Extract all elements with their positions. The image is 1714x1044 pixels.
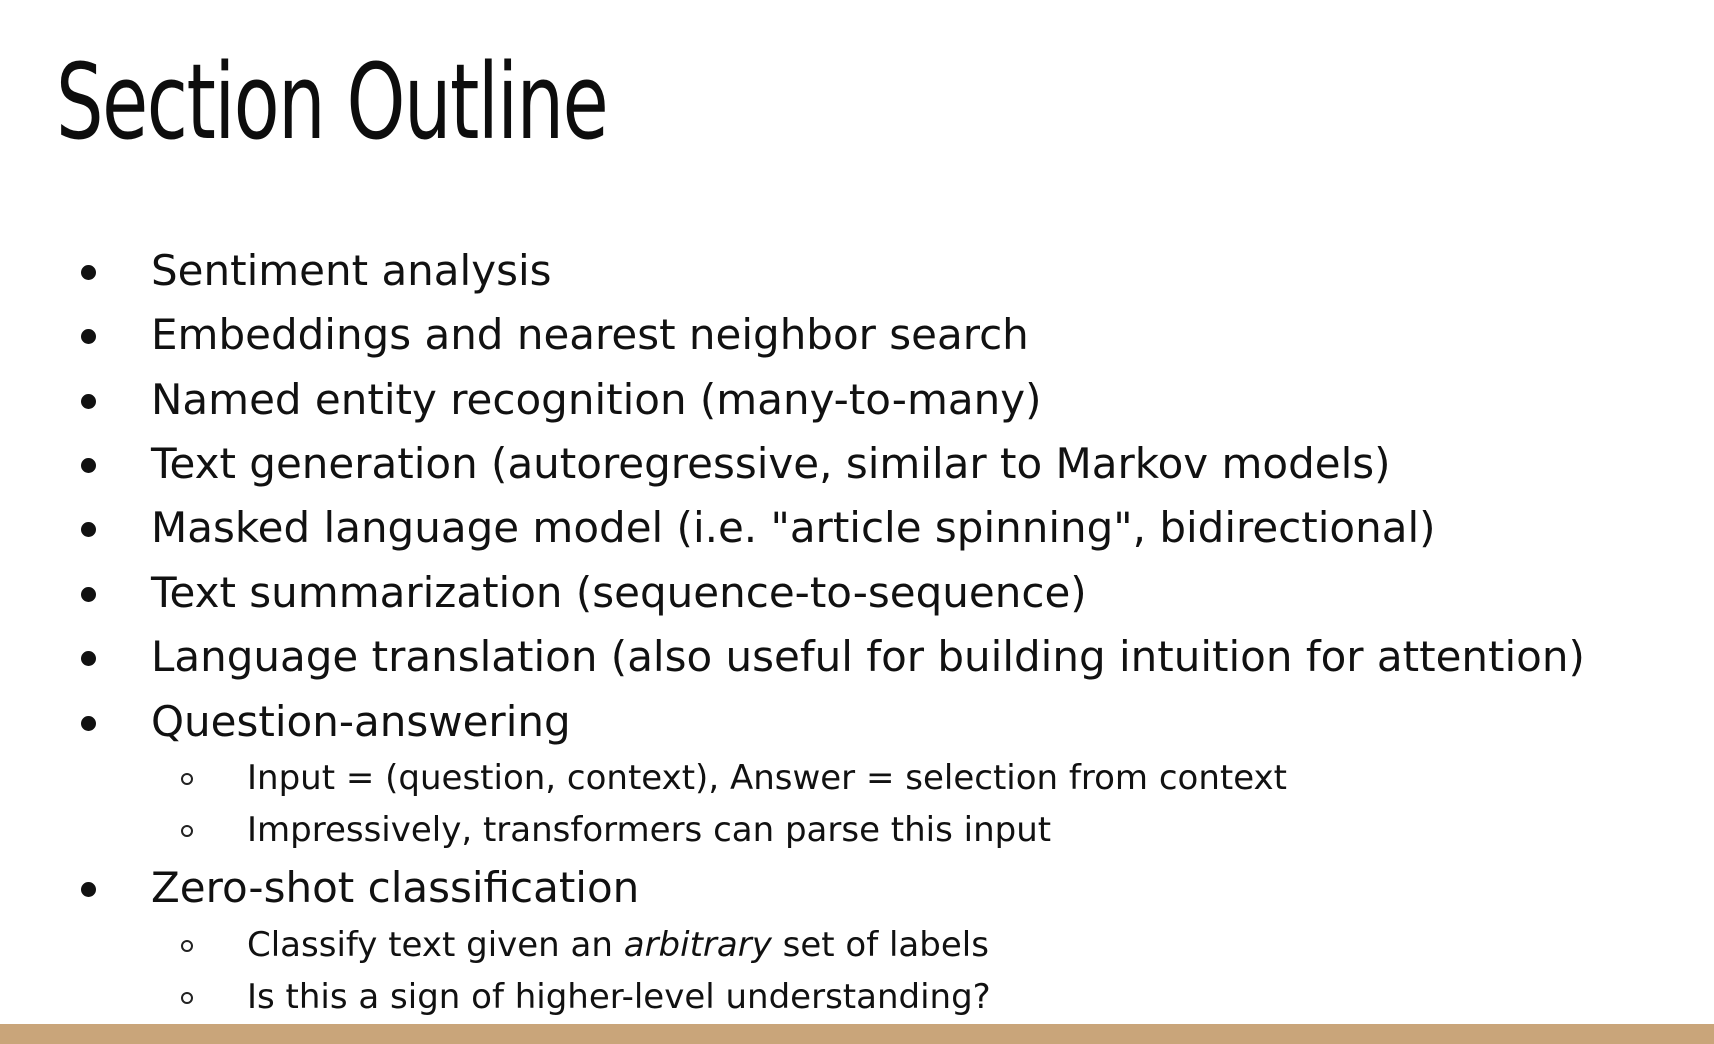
list-item-label: Embeddings and nearest neighbor search xyxy=(151,310,1029,359)
filled-bullet-icon xyxy=(81,587,96,602)
sub-list-item-label: Input = (question, context), Answer = se… xyxy=(247,758,1287,798)
sub-list-item-label-emphasis: arbitrary xyxy=(623,925,772,965)
slide-canvas: Section Outline Sentiment analysis Embed… xyxy=(0,0,1714,1044)
sub-list-item-label: Impressively, transformers can parse thi… xyxy=(247,810,1052,850)
filled-bullet-icon xyxy=(81,882,96,897)
filled-bullet-icon xyxy=(81,329,96,344)
list-item-label: Sentiment analysis xyxy=(151,246,552,295)
list-item-label: Masked language model (i.e. "article spi… xyxy=(151,503,1436,552)
list-item-label: Language translation (also useful for bu… xyxy=(151,632,1585,681)
section-outline-list: Sentiment analysis Embeddings and neares… xyxy=(0,0,1714,1044)
filled-bullet-icon xyxy=(81,716,96,731)
hollow-bullet-icon xyxy=(181,825,193,837)
sub-list-item-label: Is this a sign of higher-level understan… xyxy=(247,977,991,1017)
filled-bullet-icon xyxy=(81,265,96,280)
list-item-label: Text generation (autoregressive, similar… xyxy=(151,439,1391,488)
filled-bullet-icon xyxy=(81,458,96,473)
filled-bullet-icon xyxy=(81,522,96,537)
sub-list-item-label: Classify text given an arbitrary set of … xyxy=(247,924,989,966)
list-item-label: Text summarization (sequence-to-sequence… xyxy=(151,568,1087,617)
hollow-bullet-icon xyxy=(181,940,193,952)
sub-list-item-label-suffix: set of labels xyxy=(771,925,989,965)
hollow-bullet-icon xyxy=(181,773,193,785)
filled-bullet-icon xyxy=(81,651,96,666)
filled-bullet-icon xyxy=(81,394,96,409)
bottom-accent-bar xyxy=(0,1024,1714,1044)
sub-list-item-label-prefix: Classify text given an xyxy=(247,925,624,965)
list-item-label: Question-answering xyxy=(151,697,571,746)
list-item-label: Named entity recognition (many-to-many) xyxy=(151,375,1042,424)
hollow-bullet-icon xyxy=(181,992,193,1004)
list-item-label: Zero-shot classification xyxy=(151,863,640,912)
